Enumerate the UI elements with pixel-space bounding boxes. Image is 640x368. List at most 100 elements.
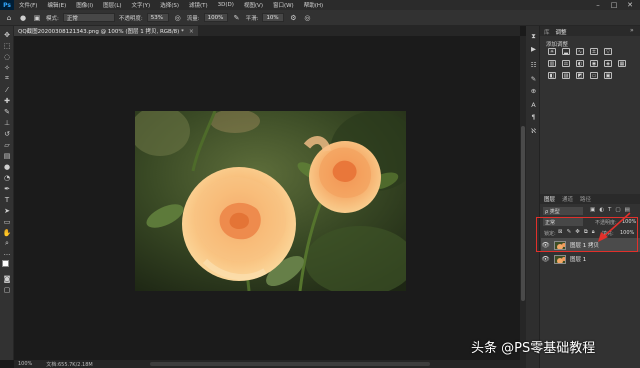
flow-field[interactable]: 100% <box>203 13 228 22</box>
eyedropper-icon[interactable]: ⁄ <box>2 85 12 94</box>
tab-layers[interactable]: 图层 <box>544 195 555 203</box>
gradient-map-icon[interactable]: ▭ <box>590 72 598 79</box>
layer-row[interactable]: 👁︎ 图层 1 <box>541 252 640 266</box>
levels-icon[interactable]: ▂ <box>562 48 570 55</box>
menu-bar: Ps 文件(F) 编辑(E) 图像(I) 图层(L) 文字(Y) 选择(S) 滤… <box>0 0 640 10</box>
menu-select[interactable]: 选择(S) <box>155 1 184 9</box>
marquee-icon[interactable]: ⬚ <box>2 41 12 50</box>
airbrush-icon[interactable]: ✎ <box>232 13 242 23</box>
color-lookup-icon[interactable]: ▦ <box>618 60 626 67</box>
dodge-icon[interactable]: ◔ <box>2 173 12 182</box>
brush-icon[interactable]: ✎ <box>2 107 12 116</box>
paragraph-panel-icon[interactable]: ¶ <box>529 112 538 121</box>
top-panel-tabs: 库 调整 <box>544 28 567 36</box>
menu-3d[interactable]: 3D(D) <box>213 2 239 8</box>
channel-mixer-icon[interactable]: ◈ <box>604 60 612 67</box>
pressure-size-icon[interactable]: ◎ <box>302 13 312 23</box>
collapse-panels-icon[interactable]: » <box>630 27 634 34</box>
menu-window[interactable]: 窗口(W) <box>268 1 299 9</box>
tools-panel: ✥ ⬚ ◌ ✧ ⌗ ⁄ ✚ ✎ ⊥ ↺ ▱ ▤ ● ◔ ✒ T ➤ ▭ ✋ ⌕ … <box>0 26 14 360</box>
close-tab-icon[interactable]: × <box>189 28 194 35</box>
minimize-icon[interactable]: – <box>590 0 606 10</box>
menu-file[interactable]: 文件(F) <box>14 1 42 9</box>
quick-mask-icon[interactable]: ◙ <box>2 274 12 283</box>
actions-panel-icon[interactable]: ▶ <box>529 44 538 53</box>
stamp-icon[interactable]: ⊥ <box>2 118 12 127</box>
opacity-field[interactable]: 53% <box>146 13 169 22</box>
layer-kind-filter[interactable]: ρ 类型 <box>543 207 583 215</box>
history-panel-icon[interactable]: ⧗ <box>529 32 538 41</box>
shape-icon[interactable]: ▭ <box>2 217 12 226</box>
maximize-icon[interactable]: □ <box>606 0 622 10</box>
curves-icon[interactable]: ∿ <box>576 48 584 55</box>
close-window-icon[interactable]: ✕ <box>622 0 638 10</box>
menu-filter[interactable]: 滤镜(T) <box>184 1 213 9</box>
quick-select-icon[interactable]: ✧ <box>2 63 12 72</box>
zoom-level[interactable]: 100% <box>18 361 32 367</box>
foreground-color-swatch[interactable] <box>2 260 9 267</box>
add-adjustment-label: 添加调整 <box>546 42 569 48</box>
smoothing-settings-icon[interactable]: ⚙ <box>288 13 298 23</box>
smooth-label: 平滑: <box>245 15 259 22</box>
posterize-icon[interactable]: ▨ <box>562 72 570 79</box>
smooth-field[interactable]: 10% <box>262 13 285 22</box>
adjustment-row-2: ▥ ⚖ ◐ ◉ ◈ ▦ <box>548 60 636 67</box>
properties-panel-icon[interactable]: ☷ <box>529 60 538 69</box>
brush-panel-icon[interactable]: ✎ <box>529 74 538 83</box>
eraser-icon[interactable]: ▱ <box>2 140 12 149</box>
mode-label: 模式: <box>46 15 59 22</box>
clone-source-icon[interactable]: ⊕ <box>529 86 538 95</box>
right-panels: » 库 调整 添加调整 ☀ ▂ ∿ ± ▽ ▥ ⚖ ◐ ◉ ◈ ▦ ◧ ▨ ◩ … <box>540 26 640 368</box>
home-icon[interactable]: ⌂ <box>4 13 14 23</box>
invert-icon[interactable]: ◧ <box>548 72 556 79</box>
zoom-icon[interactable]: ⌕ <box>2 239 12 248</box>
document-tab[interactable]: QQ截图20200308121343.png @ 100% (图层 1 拷贝, … <box>14 26 198 36</box>
move-icon[interactable]: ✥ <box>2 30 12 39</box>
history-brush-icon[interactable]: ↺ <box>2 129 12 138</box>
screen-mode-icon[interactable]: ▢ <box>2 285 12 294</box>
hand-icon[interactable]: ✋ <box>2 228 12 237</box>
path-select-icon[interactable]: ➤ <box>2 206 12 215</box>
vibrance-icon[interactable]: ▽ <box>604 48 612 55</box>
color-balance-icon[interactable]: ⚖ <box>562 60 570 67</box>
tab-adjustments[interactable]: 调整 <box>556 28 567 36</box>
blur-icon[interactable]: ● <box>2 162 12 171</box>
gradient-icon[interactable]: ▤ <box>2 151 12 160</box>
selective-color-icon[interactable]: ▣ <box>604 72 612 79</box>
eye-icon[interactable]: 👁︎ <box>541 252 550 266</box>
menu-type[interactable]: 文字(Y) <box>127 1 156 9</box>
menu-image[interactable]: 图像(I) <box>71 1 98 9</box>
more-tools-icon[interactable]: ··· <box>2 250 12 259</box>
brush-preset-icon[interactable]: ● <box>18 13 28 23</box>
vertical-scroll-thumb[interactable] <box>521 126 525 301</box>
brush-settings-icon[interactable]: ▣ <box>32 13 42 23</box>
crop-icon[interactable]: ⌗ <box>2 74 12 83</box>
menu-layer[interactable]: 图层(L) <box>98 1 126 9</box>
exposure-icon[interactable]: ± <box>590 48 598 55</box>
healing-icon[interactable]: ✚ <box>2 96 12 105</box>
type-icon[interactable]: T <box>2 195 12 204</box>
threshold-icon[interactable]: ◩ <box>576 72 584 79</box>
rose-photo[interactable] <box>135 111 406 291</box>
lasso-icon[interactable]: ◌ <box>2 52 12 61</box>
adjustment-row-1: ☀ ▂ ∿ ± ▽ <box>548 48 636 55</box>
brightness-contrast-icon[interactable]: ☀ <box>548 48 556 55</box>
tab-libraries[interactable]: 库 <box>544 28 550 36</box>
menu-help[interactable]: 帮助(H) <box>299 1 328 9</box>
hue-saturation-icon[interactable]: ▥ <box>548 60 556 67</box>
document-size[interactable]: 文档:655.7K/2.18M <box>46 361 92 368</box>
glyphs-panel-icon[interactable]: ℵ <box>529 126 538 135</box>
photo-filter-icon[interactable]: ◉ <box>590 60 598 67</box>
layer-name[interactable]: 图层 1 <box>570 255 586 263</box>
menu-view[interactable]: 视图(V) <box>239 1 268 9</box>
mode-select[interactable]: 正常 <box>62 13 115 22</box>
horizontal-scroll-thumb[interactable] <box>150 362 430 366</box>
black-white-icon[interactable]: ◐ <box>576 60 584 67</box>
tab-paths[interactable]: 路径 <box>580 195 591 203</box>
character-panel-icon[interactable]: A <box>529 100 538 109</box>
document-tab-title: QQ截图20200308121343.png @ 100% (图层 1 拷贝, … <box>18 29 184 35</box>
tab-channels[interactable]: 通道 <box>562 195 573 203</box>
menu-edit[interactable]: 编辑(E) <box>42 1 71 9</box>
pressure-opacity-icon[interactable]: ◎ <box>173 13 183 23</box>
pen-icon[interactable]: ✒ <box>2 184 12 193</box>
